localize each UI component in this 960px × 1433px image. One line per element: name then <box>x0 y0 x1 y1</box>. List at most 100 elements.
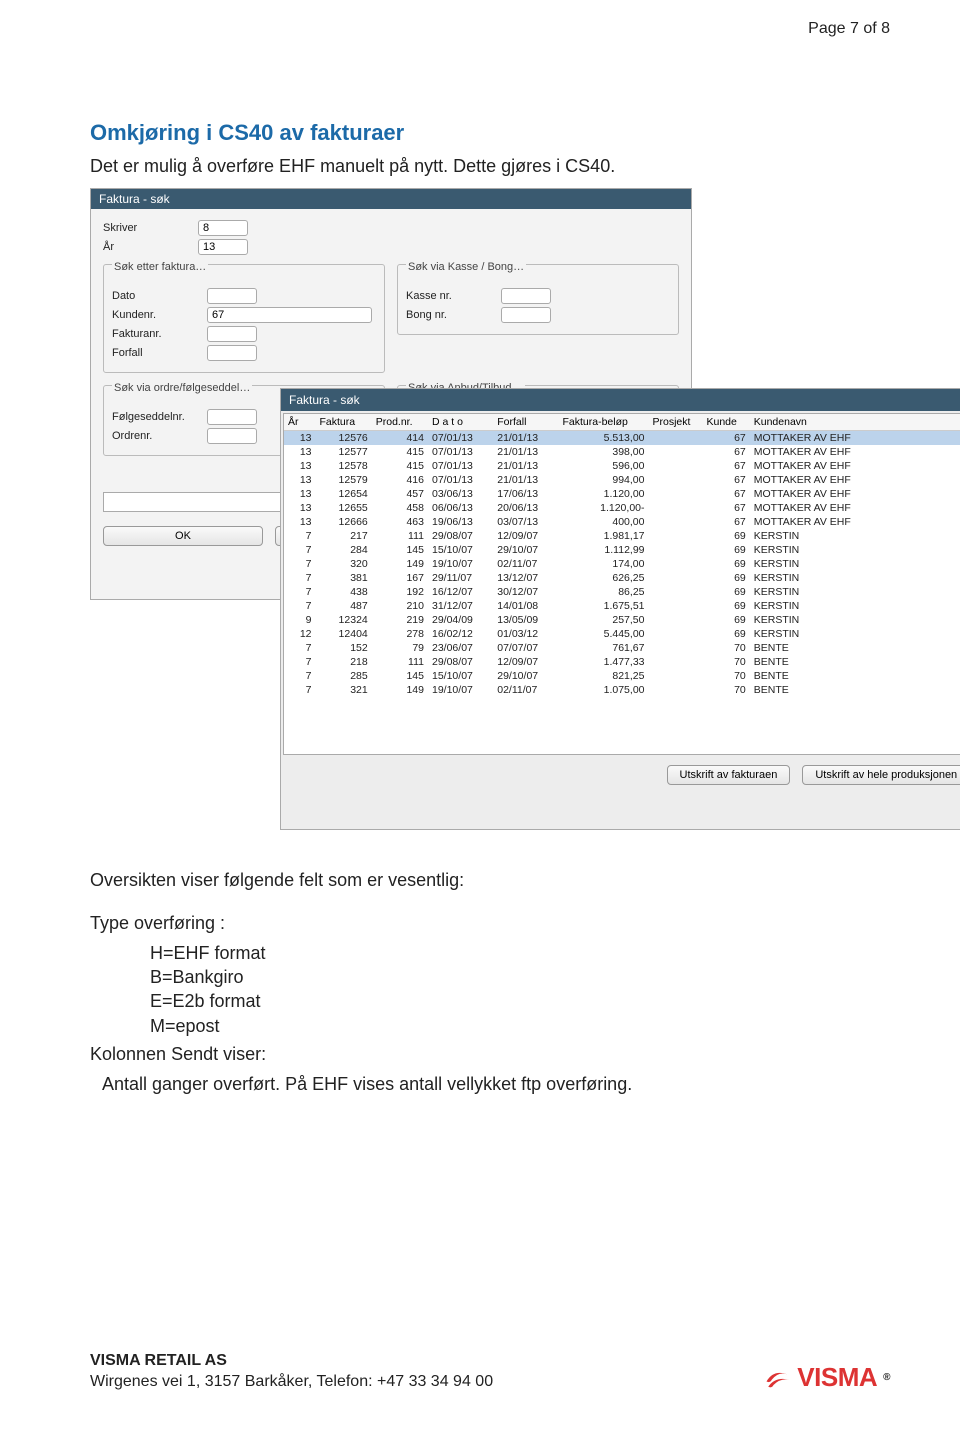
table-cell: 16/02/12 <box>428 627 493 641</box>
table-cell: 29/11/07 <box>428 571 493 585</box>
table-cell: 69 <box>703 529 750 543</box>
col-header[interactable]: D a t o <box>428 414 493 431</box>
table-cell: 145 <box>372 669 428 683</box>
col-header[interactable]: Faktura-beløp <box>559 414 649 431</box>
label-kundenr: Kundenr. <box>112 309 207 321</box>
table-cell <box>649 529 703 543</box>
table-cell: KERSTIN <box>750 599 960 613</box>
input-dato[interactable] <box>207 288 257 304</box>
label-skriver: Skriver <box>103 222 198 234</box>
fieldset-faktura: Søk etter faktura… Dato Kundenr. Faktura… <box>103 264 385 373</box>
table-row[interactable]: 121240427816/02/1201/03/125.445,0069KERS… <box>284 627 960 641</box>
col-header[interactable]: År <box>284 414 316 431</box>
table-cell: MOTTAKER AV EHF <box>750 501 960 515</box>
table-cell <box>649 473 703 487</box>
print-production-button[interactable]: Utskrift av hele produksjonen <box>802 765 960 785</box>
table-cell: 217 <box>316 529 372 543</box>
kol-heading: Kolonnen Sendt viser: <box>90 1042 890 1066</box>
col-header[interactable]: Forfall <box>493 414 558 431</box>
table-cell: 13 <box>284 431 316 446</box>
table-cell: 5.513,00 <box>559 431 649 446</box>
table-cell: 13 <box>284 515 316 529</box>
table-cell: 458 <box>372 501 428 515</box>
table-cell: 69 <box>703 627 750 641</box>
table-cell: 321 <box>316 683 372 697</box>
input-ordre[interactable] <box>207 428 257 444</box>
table-cell: 16/12/07 <box>428 585 493 599</box>
table-row[interactable]: 131265445703/06/1317/06/131.120,0067MOTT… <box>284 487 960 501</box>
table-cell: 192 <box>372 585 428 599</box>
col-header[interactable]: Prosjekt <box>649 414 703 431</box>
table-row[interactable]: 131257641407/01/1321/01/135.513,0067MOTT… <box>284 431 960 446</box>
table-cell: 12404 <box>316 627 372 641</box>
table-cell: 415 <box>372 445 428 459</box>
table-row[interactable]: 721711129/08/0712/09/071.981,1769KERSTIN… <box>284 529 960 543</box>
table-cell: KERSTIN <box>750 613 960 627</box>
col-header[interactable]: Faktura <box>316 414 372 431</box>
table-cell: 07/01/13 <box>428 431 493 446</box>
table-cell <box>649 655 703 669</box>
table-row[interactable]: 732014919/10/0702/11/07174,0069KERSTINM2… <box>284 557 960 571</box>
table-cell: 67 <box>703 459 750 473</box>
input-fakturanr[interactable] <box>207 326 257 342</box>
results-window: Faktura - søk ? ÅrFakturaProd.nr.D a t o… <box>280 388 960 830</box>
input-ar[interactable] <box>198 239 248 255</box>
input-kundenr[interactable] <box>207 307 372 323</box>
table-cell: MOTTAKER AV EHF <box>750 473 960 487</box>
footer: VISMA RETAIL AS Wirgenes vei 1, 3157 Bar… <box>90 1351 890 1393</box>
table-cell: 70 <box>703 655 750 669</box>
table-row[interactable]: 743819216/12/0730/12/0786,2569KERSTINM22 <box>284 585 960 599</box>
table-cell <box>649 459 703 473</box>
table-cell: 69 <box>703 557 750 571</box>
table-cell: 167 <box>372 571 428 585</box>
table-row[interactable]: 131257841507/01/1321/01/13596,0067MOTTAK… <box>284 459 960 473</box>
input-kasse[interactable] <box>501 288 551 304</box>
table-row[interactable]: 71527923/06/0707/07/07761,6770BENTEB22 <box>284 641 960 655</box>
input-skriver[interactable] <box>198 220 248 236</box>
below-intro: Oversikten viser følgende felt som er ve… <box>90 868 890 892</box>
input-folge[interactable] <box>207 409 257 425</box>
col-header[interactable]: Kunde <box>703 414 750 431</box>
table-cell: 285 <box>316 669 372 683</box>
table-cell <box>649 543 703 557</box>
table-cell: 21/01/13 <box>493 473 558 487</box>
table-cell: 398,00 <box>559 445 649 459</box>
page-counter: Page 7 of 8 <box>808 20 890 38</box>
ok-button[interactable]: OK <box>103 526 263 546</box>
table-cell: 69 <box>703 585 750 599</box>
table-cell: 12 <box>284 627 316 641</box>
table-cell: 381 <box>316 571 372 585</box>
table-cell: 12/09/07 <box>493 529 558 543</box>
label-fakturanr: Fakturanr. <box>112 328 207 340</box>
table-cell <box>649 613 703 627</box>
col-header[interactable]: Prod.nr. <box>372 414 428 431</box>
table-row[interactable]: 131265545806/06/1320/06/131.120,00-67MOT… <box>284 501 960 515</box>
table-cell: 12655 <box>316 501 372 515</box>
table-row[interactable]: 728514515/10/0729/10/07821,2570BENTEB22 <box>284 669 960 683</box>
company-address: Wirgenes vei 1, 3157 Barkåker, Telefon: … <box>90 1372 493 1393</box>
table-row[interactable]: 131257941607/01/1321/01/13994,0067MOTTAK… <box>284 473 960 487</box>
table-row[interactable]: 91232421929/04/0913/05/09257,5069KERSTIN… <box>284 613 960 627</box>
table-row[interactable]: 728414515/10/0729/10/071.112,9969KERSTIN… <box>284 543 960 557</box>
table-cell: 7 <box>284 557 316 571</box>
input-forfall[interactable] <box>207 345 257 361</box>
table-cell <box>649 571 703 585</box>
table-cell: 12578 <box>316 459 372 473</box>
table-row[interactable]: 748721031/12/0714/01/081.675,5169KERSTIN… <box>284 599 960 613</box>
table-cell: 86,25 <box>559 585 649 599</box>
table-cell: 67 <box>703 515 750 529</box>
table-cell: 1.981,17 <box>559 529 649 543</box>
table-cell: 13 <box>284 445 316 459</box>
table-cell: 67 <box>703 431 750 446</box>
print-invoice-button[interactable]: Utskrift av fakturaen <box>667 765 791 785</box>
table-cell: BENTE <box>750 669 960 683</box>
table-row[interactable]: 738116729/11/0713/12/07626,2569KERSTINM2… <box>284 571 960 585</box>
table-row[interactable]: 131266646319/06/1303/07/13400,0067MOTTAK… <box>284 515 960 529</box>
table-cell: 21/01/13 <box>493 459 558 473</box>
table-row[interactable]: 131257741507/01/1321/01/13398,0067MOTTAK… <box>284 445 960 459</box>
col-header[interactable]: Kundenavn <box>750 414 960 431</box>
table-row[interactable]: 721811129/08/0712/09/071.477,3370BENTEB2… <box>284 655 960 669</box>
table-cell <box>649 627 703 641</box>
input-bong[interactable] <box>501 307 551 323</box>
table-row[interactable]: 732114919/10/0702/11/071.075,0070BENTEB2… <box>284 683 960 697</box>
